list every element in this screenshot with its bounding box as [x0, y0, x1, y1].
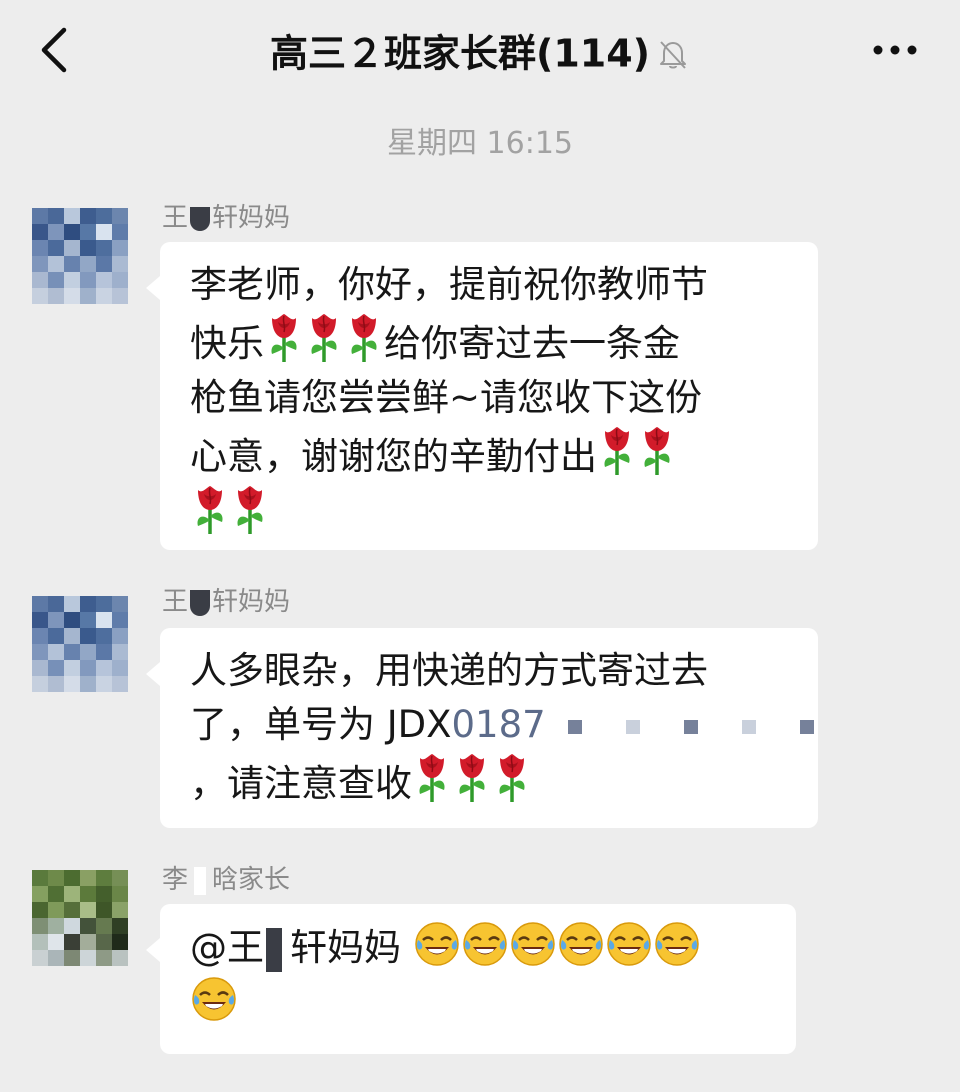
sender-name: 王轩妈妈: [162, 203, 291, 233]
rose-emoji: [344, 312, 384, 364]
redaction-mask: [799, 719, 814, 734]
message-line: 李老师，你好，提前祝你教师节: [190, 263, 708, 306]
message-line: 快乐: [190, 322, 264, 365]
mention-suffix: 轩妈妈: [290, 926, 401, 969]
tears-of-joy-emoji: [653, 920, 701, 968]
rose-emoji: [412, 752, 452, 804]
avatar[interactable]: [32, 596, 128, 692]
bell-slash-icon: [660, 40, 687, 69]
tears-of-joy-emoji: [461, 920, 509, 968]
rose-emoji: [304, 312, 344, 364]
redaction-mask: [741, 719, 756, 734]
avatar[interactable]: [32, 208, 128, 304]
message-timestamp: 星期四 16:15: [387, 126, 573, 161]
more-dots-icon[interactable]: [870, 30, 920, 70]
message-line: 心意，谢谢您的辛勤付出: [190, 435, 597, 478]
tears-of-joy-emoji: [190, 975, 238, 1023]
redaction-mask: [683, 719, 698, 734]
rose-emoji: [264, 312, 304, 364]
mention-prefix: @王: [190, 926, 264, 969]
message-line: 了，单号为 JDX: [190, 703, 452, 746]
sender-name: 王轩妈妈: [162, 587, 291, 617]
rose-emoji: [492, 752, 532, 804]
sender-name: 李晗家长: [162, 865, 291, 895]
redaction-mask: [194, 866, 207, 895]
message-line: ，请注意查收: [190, 762, 412, 805]
message-bubble[interactable]: 李老师，你好，提前祝你教师节 快乐 给你寄过去一条金 枪鱼请您尝尝鲜~请您收下这份…: [146, 242, 818, 550]
message-bubble[interactable]: @王 轩妈妈: [146, 904, 796, 1054]
redaction-mask: [190, 589, 211, 616]
message-line: 给你寄过去一条金: [384, 322, 680, 365]
tears-of-joy-emoji: [413, 920, 461, 968]
message-line: 人多眼杂，用快递的方式寄过去: [190, 649, 708, 692]
message-bubble[interactable]: 人多眼杂，用快递的方式寄过去 了，单号为 JDX0187 ，请注意查收: [146, 628, 818, 828]
message-line: 枪鱼请您尝尝鲜~请您收下这份: [190, 376, 703, 419]
avatar[interactable]: [32, 870, 128, 966]
rose-emoji: [637, 425, 677, 477]
redaction-mask: [567, 719, 582, 734]
chat-header: 高三２班家长群(114): [0, 0, 960, 104]
rose-emoji: [452, 752, 492, 804]
tracking-number[interactable]: 0187: [452, 703, 546, 746]
redaction-mask: [625, 719, 640, 734]
tears-of-joy-emoji: [557, 920, 605, 968]
redaction-mask: [190, 206, 211, 231]
rose-emoji: [190, 484, 230, 536]
rose-emoji: [230, 484, 270, 536]
chat-title: 高三２班家长群(114): [269, 31, 651, 76]
rose-emoji: [597, 425, 637, 477]
redaction-mask: [266, 927, 282, 972]
tears-of-joy-emoji: [509, 920, 557, 968]
more-button[interactable]: [870, 30, 920, 70]
tears-of-joy-emoji: [605, 920, 653, 968]
chat-title-wrap: 高三２班家长群(114): [0, 24, 960, 78]
